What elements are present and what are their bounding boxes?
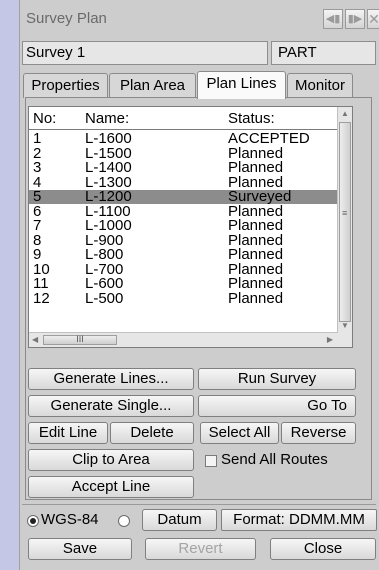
send-all-routes-label: Send All Routes: [221, 451, 328, 468]
datum-radio[interactable]: [118, 515, 130, 527]
column-header-status[interactable]: Status:: [228, 110, 275, 127]
datum-button[interactable]: Datum: [142, 509, 217, 531]
table-row[interactable]: 8 L-900 Planned: [29, 233, 352, 248]
column-header-no[interactable]: No:: [33, 110, 56, 127]
row-name: L-600: [85, 275, 124, 292]
divider: [22, 504, 376, 505]
table-row[interactable]: 3 L-1400 Planned: [29, 159, 352, 176]
go-to-button[interactable]: Go To: [198, 395, 356, 417]
row-number: 1: [33, 130, 42, 147]
row-status: Planned: [228, 159, 284, 176]
tab-plan-area[interactable]: Plan Area: [109, 73, 196, 98]
generate-single-button[interactable]: Generate Single...: [28, 395, 194, 417]
tab-plan-lines[interactable]: Plan Lines: [197, 71, 286, 99]
row-number: 7: [33, 217, 42, 234]
edit-line-button[interactable]: Edit Line: [28, 422, 108, 444]
row-status: ACCEPTED: [228, 130, 310, 147]
plan-lines-list[interactable]: No: Name: Status: 1 L-1600 ACCEPTED 2 L-1500…: [28, 106, 353, 348]
table-row[interactable]: 7 L-1000 Planned: [29, 217, 352, 234]
scroll-up-icon[interactable]: ▲: [341, 109, 349, 118]
window-title: Survey Plan: [26, 10, 107, 27]
generate-lines-button[interactable]: Generate Lines...: [28, 368, 194, 390]
table-row[interactable]: 9 L-800 Planned: [29, 246, 352, 263]
horizontal-scrollbar[interactable]: ◀ III ▶: [29, 332, 338, 347]
row-number: 3: [33, 159, 42, 176]
table-row[interactable]: 1 L-1600 ACCEPTED: [29, 130, 352, 147]
list-header: No: Name: Status:: [29, 110, 352, 128]
reverse-button[interactable]: Reverse: [281, 422, 356, 444]
scroll-left-icon[interactable]: ◀: [32, 335, 38, 344]
row-number: 11: [33, 275, 49, 292]
wgs84-label: WGS-84: [41, 511, 99, 528]
survey-name-field[interactable]: Survey 1: [22, 41, 268, 65]
column-header-name[interactable]: Name:: [85, 110, 129, 127]
tab-monitor[interactable]: Monitor: [287, 73, 353, 98]
table-row[interactable]: 6 L-1100 Planned: [29, 204, 352, 219]
row-status: Planned: [228, 289, 284, 307]
table-row[interactable]: 10 L-700 Planned: [29, 262, 352, 277]
row-name: L-1000: [85, 217, 132, 234]
row-name: L-1600: [85, 130, 132, 147]
send-all-routes-checkbox[interactable]: [205, 455, 217, 467]
clip-to-area-button[interactable]: Clip to Area: [28, 449, 194, 471]
delete-button[interactable]: Delete: [110, 422, 194, 444]
row-name: L-500: [85, 289, 124, 307]
run-survey-button[interactable]: Run Survey: [198, 368, 356, 390]
scroll-right-icon[interactable]: ▶: [327, 335, 333, 344]
revert-button[interactable]: Revert: [145, 538, 256, 560]
table-row[interactable]: 12 L-500 Planned: [29, 289, 352, 307]
row-number: 9: [33, 246, 42, 263]
row-number: 5: [33, 188, 42, 205]
row-number: 12: [33, 289, 50, 307]
first-icon[interactable]: ◀▮: [323, 9, 343, 29]
format-button[interactable]: Format: DDMM.MM: [221, 509, 377, 531]
select-all-button[interactable]: Select All: [200, 422, 279, 444]
survey-plan-panel: Survey Plan ◀▮ ▮▶ ✕ Survey 1 PART Proper…: [19, 0, 379, 570]
vertical-scrollbar[interactable]: ▲ ≡ ▼: [337, 107, 352, 347]
row-name: L-1200: [85, 188, 132, 205]
tab-properties[interactable]: Properties: [23, 73, 108, 98]
scroll-down-icon[interactable]: ▼: [341, 321, 349, 330]
last-icon[interactable]: ▮▶: [345, 9, 365, 29]
row-status: Planned: [228, 246, 284, 263]
close-button[interactable]: Close: [270, 538, 376, 560]
row-status: Surveyed: [228, 188, 292, 205]
table-row[interactable]: 2 L-1500 Planned: [29, 146, 352, 161]
row-name: L-1400: [85, 159, 132, 176]
row-status: Planned: [228, 217, 284, 234]
horizontal-scroll-thumb[interactable]: III: [43, 335, 117, 345]
grip-icon: ≡: [342, 208, 348, 218]
vertical-scroll-thumb[interactable]: ≡: [339, 122, 351, 322]
table-row[interactable]: 5 L-1200 Surveyed: [29, 188, 352, 205]
row-name: L-800: [85, 246, 124, 263]
accept-line-button[interactable]: Accept Line: [28, 476, 194, 498]
close-icon[interactable]: ✕: [367, 9, 379, 29]
row-status: Planned: [228, 275, 284, 292]
wgs84-radio[interactable]: [27, 515, 39, 527]
table-row[interactable]: 11 L-600 Planned: [29, 275, 352, 292]
save-button[interactable]: Save: [28, 538, 132, 560]
survey-mode-field[interactable]: PART: [271, 41, 376, 65]
table-row[interactable]: 4 L-1300 Planned: [29, 175, 352, 190]
